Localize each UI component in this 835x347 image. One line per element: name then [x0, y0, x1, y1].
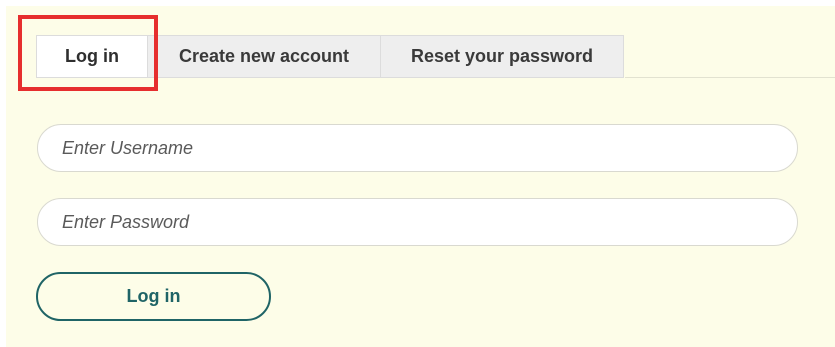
tab-reset-your-password[interactable]: Reset your password — [380, 35, 624, 78]
tab-bar: Log in Create new account Reset your pas… — [36, 35, 624, 78]
tab-bar-divider — [625, 77, 835, 78]
password-input[interactable] — [37, 198, 798, 246]
username-input[interactable] — [37, 124, 798, 172]
tab-log-in[interactable]: Log in — [36, 35, 148, 78]
tab-create-new-account[interactable]: Create new account — [147, 35, 381, 78]
log-in-button[interactable]: Log in — [36, 272, 271, 321]
